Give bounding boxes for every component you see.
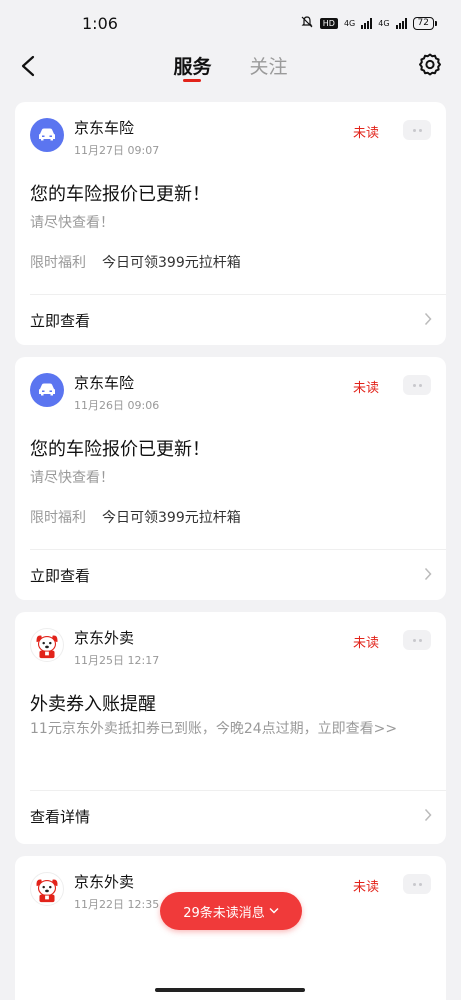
status-time: 1:06 (82, 13, 118, 33)
message-title: 您的车险报价已更新！ (30, 439, 210, 460)
benefit-row: 限时福利 今日可领399元拉杆箱 (30, 252, 241, 272)
tab-following-label: 关注 (249, 56, 288, 78)
signal-icon (361, 17, 373, 29)
more-options-button[interactable] (403, 375, 431, 395)
jd-dog-icon (30, 628, 64, 662)
unread-badge: 未读 (352, 126, 379, 141)
view-details-action[interactable]: 查看详情 (15, 791, 446, 841)
sender-name: 京东外卖 (74, 873, 135, 891)
unread-badge: 未读 (352, 636, 379, 651)
jd-dog-icon (30, 872, 64, 906)
settings-button[interactable] (415, 50, 445, 80)
message-title: 外卖券入账提醒 (30, 694, 156, 715)
tab-bar: 服务 关注 (0, 46, 461, 86)
benefit-label: 限时福利 (30, 510, 86, 526)
mute-bell-icon (300, 15, 314, 32)
benefit-row: 限时福利 今日可领399元拉杆箱 (30, 507, 241, 527)
nav-bar: 服务 关注 (0, 46, 461, 90)
gear-icon (419, 53, 441, 76)
battery-icon: 72 (412, 16, 437, 30)
more-options-button[interactable] (403, 630, 431, 650)
message-time: 11月26日 09:06 (74, 399, 160, 412)
car-icon (30, 118, 64, 152)
unread-messages-button[interactable]: 29条未读消息 (160, 892, 302, 930)
network-label-2: 4G (378, 18, 390, 28)
unread-badge: 未读 (352, 381, 379, 396)
car-icon (30, 373, 64, 407)
tab-active-indicator (183, 79, 202, 82)
status-icons: HD 4G 4G 72 (300, 15, 437, 32)
action-label: 立即查看 (30, 311, 91, 330)
card-header: 京东车险 11月27日 09:07 未读 (30, 118, 431, 158)
chevron-right-icon (424, 312, 432, 326)
benefit-value: 今日可领399元拉杆箱 (102, 510, 241, 526)
message-title: 您的车险报价已更新！ (30, 184, 210, 205)
card-header: 京东外卖 11月25日 12:17 未读 (30, 628, 431, 668)
chevron-down-icon (269, 908, 279, 914)
action-label: 立即查看 (30, 566, 91, 585)
signal-icon-2 (395, 17, 407, 29)
chevron-right-icon (424, 567, 432, 581)
tab-following[interactable]: 关注 (250, 46, 288, 86)
action-label: 查看详情 (30, 807, 91, 826)
sender-name: 京东外卖 (74, 629, 135, 647)
sender-name: 京东车险 (74, 374, 135, 392)
network-label-1: 4G (343, 18, 356, 28)
status-bar: 1:06 HD 4G 4G 72 (0, 0, 461, 46)
more-options-button[interactable] (403, 874, 431, 894)
view-now-action[interactable]: 立即查看 (15, 295, 446, 345)
card-header: 京东车险 11月26日 09:06 未读 (30, 373, 431, 413)
unread-pill-label: 29条未读消息 (183, 905, 265, 921)
home-indicator[interactable] (155, 988, 305, 992)
message-subtitle: 请尽快查看！ (30, 470, 114, 486)
message-time: 11月22日 12:35 (74, 898, 160, 911)
more-options-button[interactable] (403, 120, 431, 140)
benefit-label: 限时福利 (30, 255, 86, 271)
tab-service-label: 服务 (173, 56, 212, 78)
tab-service[interactable]: 服务 (173, 46, 212, 86)
view-now-action[interactable]: 立即查看 (15, 550, 446, 600)
message-card[interactable]: 京东车险 11月27日 09:07 未读 您的车险报价已更新！ 请尽快查看！ 限… (15, 102, 446, 345)
benefit-value: 今日可领399元拉杆箱 (102, 255, 241, 271)
message-time: 11月25日 12:17 (74, 654, 160, 667)
message-subtitle: 请尽快查看！ (30, 215, 114, 231)
unread-badge: 未读 (352, 880, 379, 895)
sender-name: 京东车险 (74, 119, 135, 137)
message-card[interactable]: 京东车险 11月26日 09:06 未读 您的车险报价已更新！ 请尽快查看！ 限… (15, 357, 446, 600)
hd-badge: HD (319, 17, 338, 29)
message-card[interactable]: 京东外卖 11月25日 12:17 未读 外卖券入账提醒 11元京东外卖抵扣券已… (15, 612, 446, 844)
battery-level: 72 (412, 16, 434, 30)
message-time: 11月27日 09:07 (74, 144, 160, 157)
message-subtitle: 11元京东外卖抵扣券已到账，今晚24点过期，立即查看>> (30, 721, 398, 737)
chevron-right-icon (424, 808, 432, 822)
